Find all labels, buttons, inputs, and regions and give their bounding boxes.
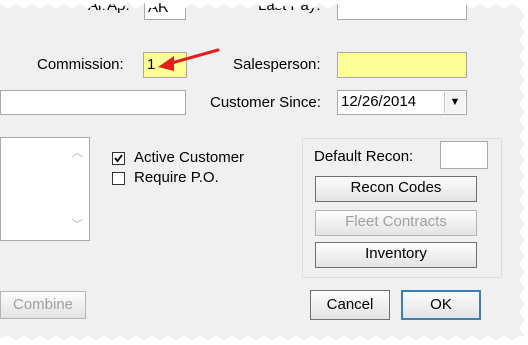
active-customer-checkbox[interactable]: [112, 152, 125, 165]
checkmark-icon: [114, 154, 123, 163]
default-recon-label: Default Recon:: [314, 148, 414, 165]
inventory-button[interactable]: Inventory: [315, 242, 477, 268]
ok-button[interactable]: OK: [401, 290, 481, 320]
scroll-up-icon[interactable]: ︿: [72, 144, 83, 160]
require-po-label[interactable]: Require P.O.: [134, 169, 219, 186]
customer-since-field[interactable]: 12/26/2014 ▼: [337, 90, 467, 115]
recon-codes-button[interactable]: Recon Codes: [315, 176, 477, 202]
torn-edge-top: [0, 0, 528, 9]
require-po-checkbox[interactable]: [112, 172, 125, 185]
customer-since-value: 12/26/2014: [341, 93, 417, 110]
scroll-down-icon[interactable]: ﹀: [72, 216, 83, 232]
combine-button[interactable]: Combine: [0, 291, 86, 319]
chevron-down-icon[interactable]: ▼: [444, 92, 465, 113]
torn-edge-bottom: [0, 335, 528, 345]
fleet-contracts-button[interactable]: Fleet Contracts: [315, 210, 477, 236]
customer-dialog: Ar/Ap: AR Last Pay: Commission: 1 Salesp…: [0, 0, 522, 338]
commission-label: Commission:: [37, 56, 124, 73]
notes-listbox[interactable]: ︿ ﹀: [0, 137, 90, 241]
customer-since-label: Customer Since:: [210, 94, 321, 111]
address-field[interactable]: [0, 90, 186, 115]
salesperson-field[interactable]: [337, 52, 467, 78]
active-customer-label[interactable]: Active Customer: [134, 149, 244, 166]
default-recon-field[interactable]: [440, 141, 488, 169]
torn-edge-right: [519, 0, 528, 345]
salesperson-label: Salesperson:: [233, 56, 321, 73]
cancel-button[interactable]: Cancel: [310, 290, 390, 320]
annotation-arrow-icon: [158, 48, 220, 71]
